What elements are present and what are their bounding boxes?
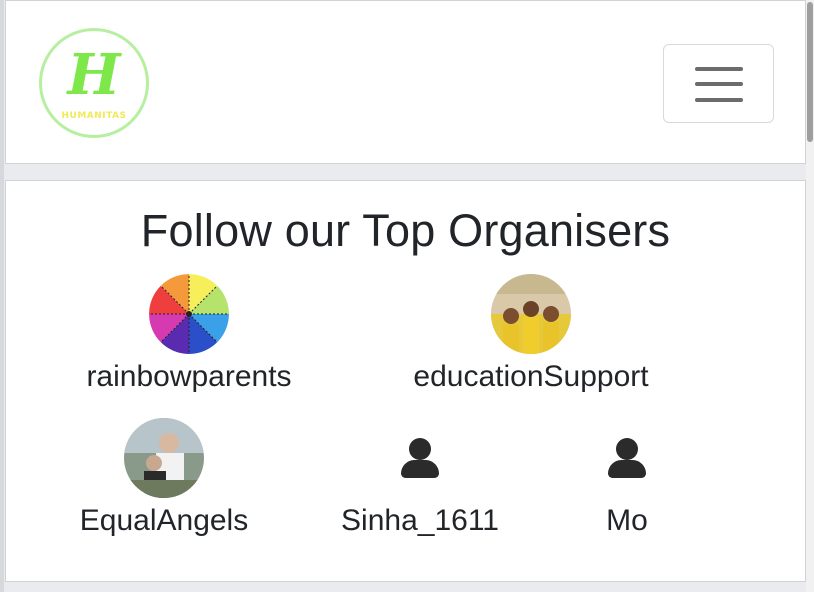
user-icon[interactable] bbox=[587, 418, 667, 498]
organiser-mo[interactable]: Mo bbox=[487, 418, 767, 538]
people-photo-avatar[interactable] bbox=[124, 418, 204, 498]
organiser-educationsupport[interactable]: educationSupport bbox=[391, 274, 671, 394]
user-icon[interactable] bbox=[380, 418, 460, 498]
organiser-rainbowparents[interactable]: rainbowparents bbox=[49, 274, 329, 394]
scrollbar[interactable] bbox=[806, 0, 814, 592]
section-title: Follow our Top Organisers bbox=[140, 205, 671, 256]
navbar: H HUMANITAS bbox=[5, 0, 806, 164]
group-photo-avatar[interactable] bbox=[491, 274, 571, 354]
logo-monogram: H bbox=[67, 42, 121, 108]
organiser-name[interactable]: EqualAngels bbox=[24, 504, 304, 538]
organiser-equalangels[interactable]: EqualAngels bbox=[24, 418, 304, 538]
brand-logo[interactable]: H HUMANITAS bbox=[39, 28, 149, 138]
scrollbar-thumb[interactable] bbox=[807, 2, 813, 142]
organiser-name[interactable]: Mo bbox=[487, 504, 767, 538]
organiser-name[interactable]: rainbowparents bbox=[49, 360, 329, 394]
left-edge bbox=[0, 0, 4, 592]
logo-wordmark: HUMANITAS bbox=[61, 111, 127, 121]
rainbow-wheel-avatar[interactable] bbox=[149, 274, 229, 354]
top-organisers-card: Follow our Top Organisers rainbowparents… bbox=[5, 180, 806, 582]
organiser-name[interactable]: educationSupport bbox=[391, 360, 671, 394]
navbar-toggle-button[interactable] bbox=[663, 44, 774, 123]
